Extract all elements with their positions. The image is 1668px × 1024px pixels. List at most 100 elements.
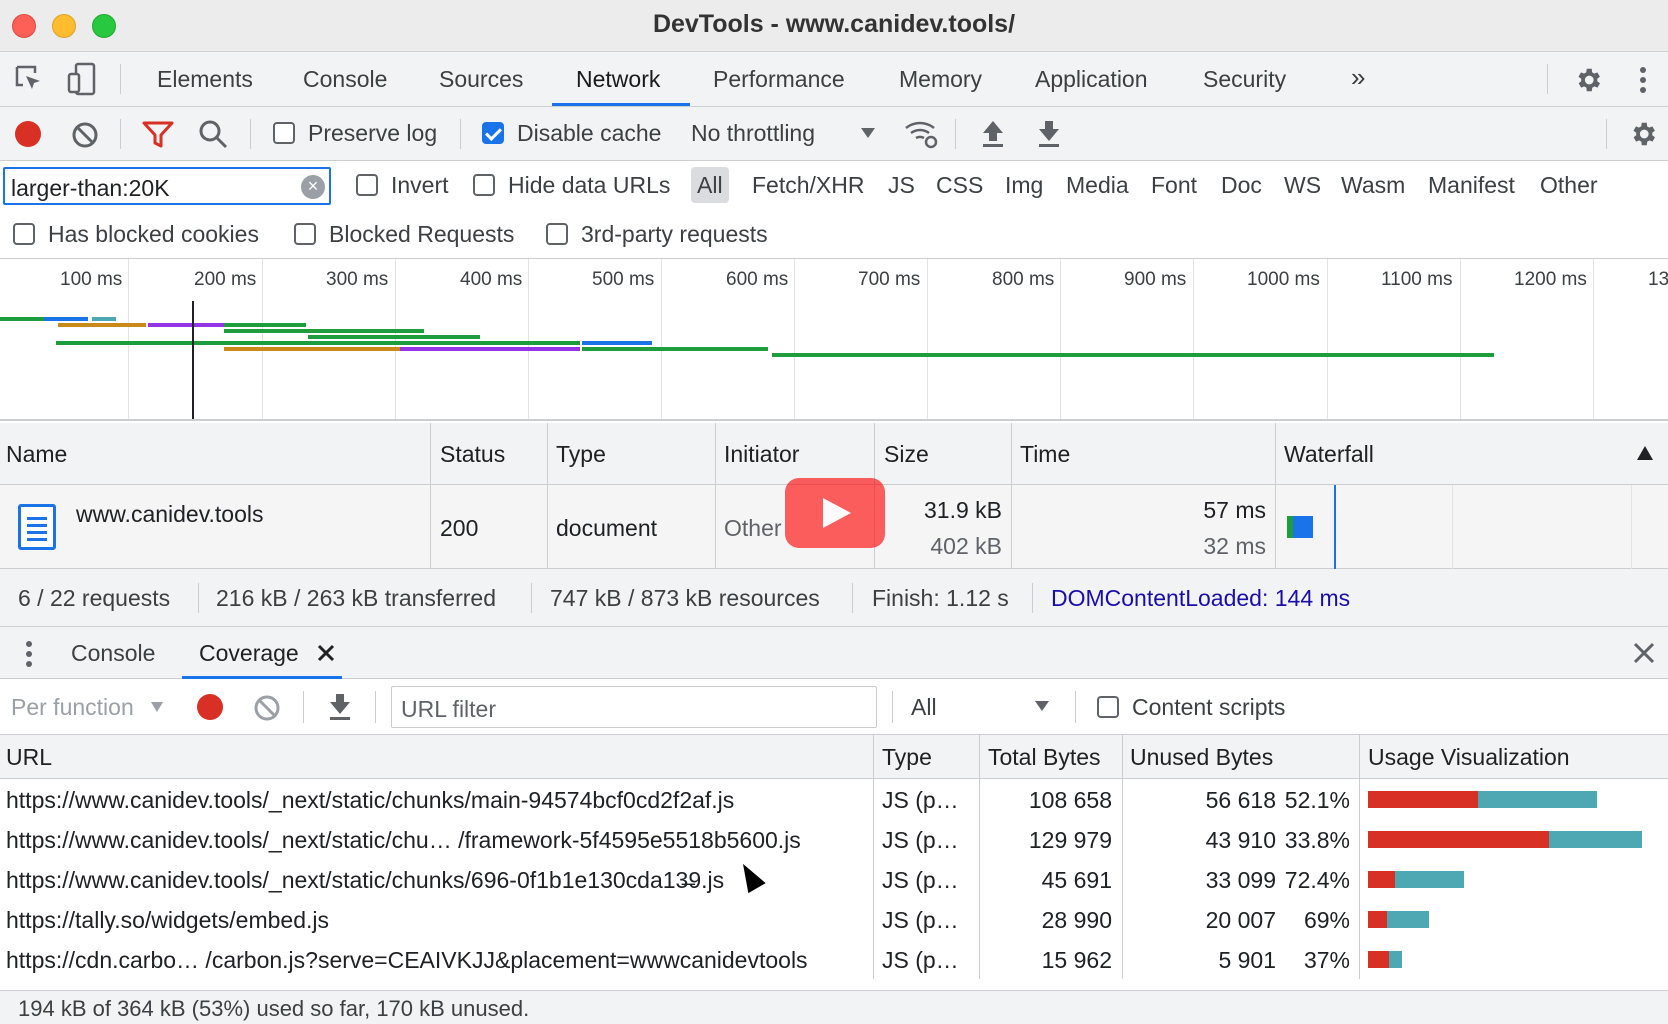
coverage-table-header: URL Type Total Bytes Unused Bytes Usage … (0, 735, 1668, 779)
column-divider[interactable] (1275, 423, 1276, 485)
type-filter-ws[interactable]: WS (1284, 172, 1321, 199)
more-tabs-button[interactable]: » (1351, 62, 1365, 93)
toolbar-divider (120, 119, 121, 149)
column-header-waterfall[interactable]: Waterfall (1284, 441, 1374, 468)
coverage-header-usage-visualization[interactable]: Usage Visualization (1368, 744, 1570, 771)
network-settings-gear-icon[interactable] (1628, 119, 1658, 149)
column-header-type[interactable]: Type (556, 441, 606, 468)
tab-elements[interactable]: Elements (157, 66, 253, 93)
coverage-total-bytes: 129 979 (1028, 827, 1112, 853)
network-overview-timeline[interactable]: 100 ms 200 ms 300 ms 400 ms 500 ms 600 m… (0, 259, 1668, 421)
filter-input[interactable]: larger-than:20K × (3, 167, 331, 205)
type-filter-js[interactable]: JS (888, 172, 915, 199)
column-header-status[interactable]: Status (440, 441, 505, 468)
type-filter-img[interactable]: Img (1005, 172, 1043, 199)
column-header-name[interactable]: Name (6, 441, 67, 468)
timeline-tick: 900 ms (1124, 269, 1187, 290)
toolbar-divider (375, 691, 376, 723)
tab-network[interactable]: Network (576, 66, 660, 93)
disable-cache-checkbox[interactable] (482, 122, 504, 144)
column-divider[interactable] (1011, 423, 1012, 485)
type-filter-other[interactable]: Other (1540, 172, 1598, 199)
device-toolbar-icon[interactable] (66, 62, 98, 96)
coverage-row[interactable]: https://tally.so/widgets/embed.js JS (p…… (0, 899, 1668, 939)
coverage-header-type[interactable]: Type (882, 744, 932, 771)
coverage-type-select[interactable]: Per function (11, 694, 134, 721)
coverage-url-filter-input[interactable]: URL filter (391, 686, 877, 728)
clear-filter-icon[interactable]: × (301, 175, 325, 199)
type-filter-doc[interactable]: Doc (1221, 172, 1262, 199)
coverage-row[interactable]: https://www.canidev.tools/_next/static/c… (0, 819, 1668, 859)
record-button[interactable] (15, 121, 41, 147)
coverage-record-button[interactable] (197, 694, 223, 720)
coverage-header-unused-bytes[interactable]: Unused Bytes (1130, 744, 1273, 771)
clear-icon[interactable] (70, 120, 100, 150)
inspect-element-icon[interactable] (14, 64, 44, 94)
column-header-initiator[interactable]: Initiator (724, 441, 799, 468)
drawer-tab-coverage[interactable]: Coverage (199, 640, 299, 667)
filter-icon[interactable] (142, 120, 174, 150)
column-divider[interactable] (1122, 735, 1123, 779)
coverage-header-total-bytes[interactable]: Total Bytes (988, 744, 1101, 771)
video-play-overlay-button[interactable] (785, 478, 885, 548)
type-filter-font[interactable]: Font (1151, 172, 1197, 199)
hide-data-urls-checkbox[interactable] (473, 174, 495, 196)
tab-performance[interactable]: Performance (713, 66, 845, 93)
column-divider[interactable] (547, 423, 548, 485)
tab-memory[interactable]: Memory (899, 66, 982, 93)
toolbar-divider (250, 119, 251, 149)
column-divider (715, 485, 716, 569)
column-divider (1122, 939, 1123, 979)
tab-application[interactable]: Application (1035, 66, 1148, 93)
coverage-row[interactable]: https://cdn.carbo… /carbon.js?serve=CEAI… (0, 939, 1668, 979)
coverage-row[interactable]: https://www.canidev.tools/_next/static/c… (0, 779, 1668, 819)
column-divider[interactable] (430, 423, 431, 485)
coverage-content-type-select[interactable]: All (911, 694, 937, 721)
coverage-row[interactable]: https://www.canidev.tools/_next/static/c… (0, 859, 1668, 899)
network-conditions-icon[interactable] (904, 117, 940, 151)
type-filter-fetch-xhr[interactable]: Fetch/XHR (752, 172, 864, 199)
coverage-header-url[interactable]: URL (6, 744, 52, 771)
timeline-tick: 200 ms (194, 269, 257, 290)
column-divider[interactable] (874, 423, 875, 485)
timeline-gridline (528, 259, 529, 419)
type-filter-wasm[interactable]: Wasm (1341, 172, 1405, 199)
search-icon[interactable] (198, 119, 228, 151)
throttling-select[interactable]: No throttling (691, 120, 815, 147)
settings-gear-icon[interactable] (1573, 65, 1603, 95)
column-divider[interactable] (979, 735, 980, 779)
timeline-bar (582, 347, 768, 351)
tab-sources[interactable]: Sources (439, 66, 523, 93)
tab-console[interactable]: Console (303, 66, 387, 93)
content-scripts-checkbox[interactable] (1097, 696, 1119, 718)
preserve-log-checkbox[interactable] (273, 122, 295, 144)
has-blocked-cookies-checkbox[interactable] (13, 223, 35, 245)
column-divider[interactable] (715, 423, 716, 485)
type-filter-media[interactable]: Media (1066, 172, 1129, 199)
type-filter-all[interactable]: All (697, 172, 723, 199)
column-header-size[interactable]: Size (884, 441, 929, 468)
type-filter-css[interactable]: CSS (936, 172, 983, 199)
sort-ascending-icon[interactable] (1636, 445, 1654, 461)
invert-checkbox[interactable] (356, 174, 378, 196)
main-tab-bar: Elements Console Sources Network Perform… (0, 52, 1668, 107)
export-har-icon[interactable] (1036, 119, 1062, 149)
network-summary-bar: 6 / 22 requests 216 kB / 263 kB transfer… (0, 569, 1668, 627)
column-header-time[interactable]: Time (1020, 441, 1070, 468)
more-options-icon[interactable] (1636, 64, 1650, 96)
drawer-tab-console[interactable]: Console (71, 640, 155, 667)
close-coverage-tab-icon[interactable] (317, 644, 335, 662)
import-har-icon[interactable] (980, 119, 1006, 149)
coverage-clear-icon[interactable] (252, 693, 282, 723)
close-drawer-icon[interactable] (1633, 642, 1655, 664)
column-divider[interactable] (1359, 735, 1360, 779)
type-filter-manifest[interactable]: Manifest (1428, 172, 1515, 199)
column-divider[interactable] (873, 735, 874, 779)
coverage-export-icon[interactable] (327, 692, 353, 722)
coverage-total-bytes: 28 990 (1041, 907, 1112, 933)
blocked-requests-checkbox[interactable] (294, 223, 316, 245)
drawer-menu-icon[interactable] (22, 639, 36, 669)
tab-security[interactable]: Security (1203, 66, 1286, 93)
timeline-gridline (794, 259, 795, 419)
third-party-requests-checkbox[interactable] (546, 223, 568, 245)
